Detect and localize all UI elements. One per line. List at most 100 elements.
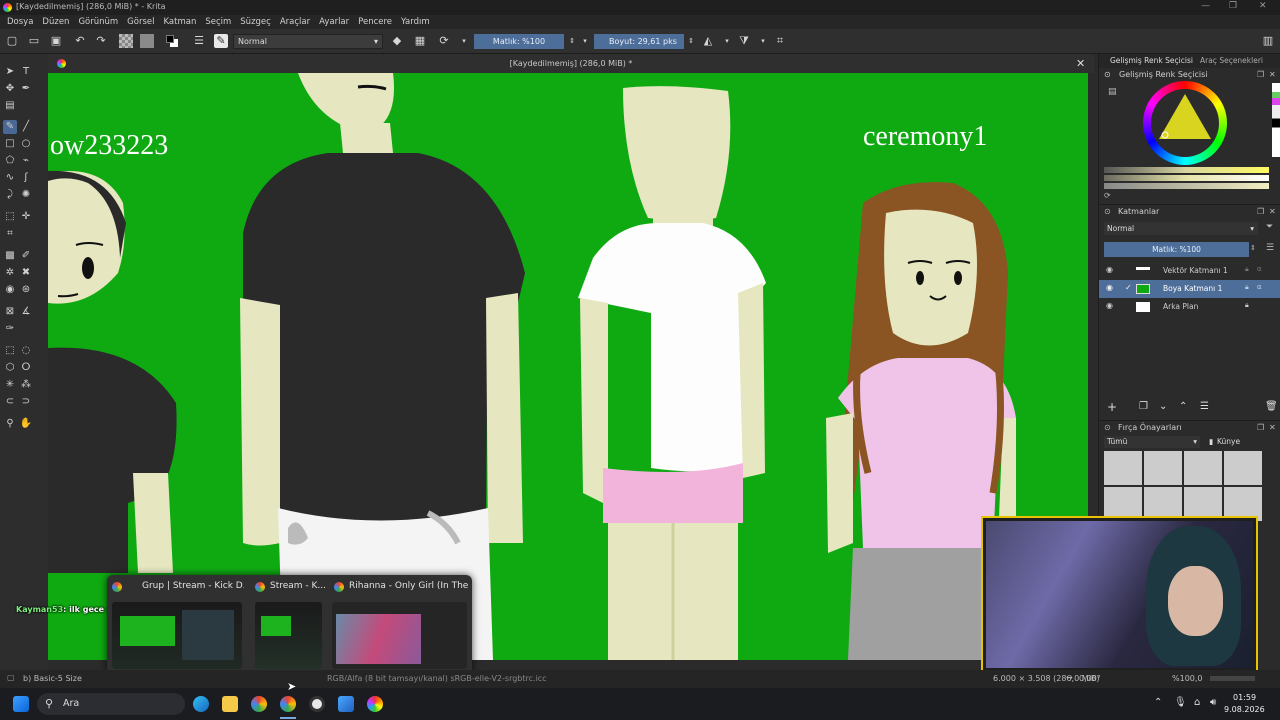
zoom-value[interactable]: %100,0: [1172, 674, 1203, 683]
redo-icon[interactable]: ↷: [94, 34, 108, 48]
menu-item-suzgec[interactable]: Süzgeç: [240, 17, 271, 27]
rectangle-tool-icon[interactable]: □: [3, 137, 17, 151]
preview-window-title[interactable]: Stream - K...: [270, 581, 330, 591]
workspace-icon[interactable]: ▥: [1261, 34, 1275, 48]
elliptical-selection-tool-icon[interactable]: ◌: [19, 344, 33, 358]
document-tab-title[interactable]: [Kaydedilmemiş] (286,0 MiB) *: [48, 59, 1094, 68]
brush-preset-pencil-1[interactable]: [1104, 487, 1142, 521]
chevron-down-icon[interactable]: ▾: [720, 34, 734, 48]
transform-tool-icon[interactable]: ⬚: [3, 210, 17, 224]
microphone-icon[interactable]: 🎙︎: [1174, 697, 1187, 708]
polyline-tool-icon[interactable]: ⌁: [19, 154, 33, 168]
assistant-tool-icon[interactable]: ▤: [3, 99, 17, 113]
freehand-path-tool-icon[interactable]: ʃ: [19, 171, 33, 185]
settings-icon[interactable]: ⊙: [1104, 423, 1111, 432]
close-document-icon[interactable]: ✕: [1076, 57, 1085, 70]
file-explorer-icon[interactable]: [222, 696, 238, 712]
brush-preset-pencil-3[interactable]: [1184, 487, 1222, 521]
float-panel-icon[interactable]: ❐: [1257, 207, 1264, 216]
freehand-brush-tool-icon[interactable]: ✎: [3, 120, 17, 134]
crop-tool-icon[interactable]: ⌗: [3, 227, 17, 241]
enclose-fill-tool-icon[interactable]: ⊛: [19, 283, 33, 297]
move-tool-icon[interactable]: ✛: [19, 210, 33, 224]
layer-properties-icon[interactable]: ☰: [1200, 401, 1209, 412]
add-layer-icon[interactable]: +: [1107, 400, 1117, 414]
assistant-tool-icon[interactable]: ⊠: [3, 305, 17, 319]
color-history-strip[interactable]: [1272, 83, 1280, 157]
search-box[interactable]: ⚲ Ara: [37, 693, 185, 715]
opacity-slider[interactable]: Matlık: %100: [474, 34, 564, 49]
spin-arrows-icon[interactable]: ⇕: [565, 34, 579, 48]
filter-icon[interactable]: ⏷: [1266, 222, 1273, 232]
similar-color-selection-tool-icon[interactable]: ⁂: [19, 378, 33, 392]
zoom-tool-icon[interactable]: ⚲: [3, 417, 17, 431]
delete-layer-icon[interactable]: 🗑︎: [1265, 401, 1278, 412]
tab-advanced-color-selector[interactable]: Gelişmiş Renk Seçicisi: [1110, 56, 1193, 65]
lock-icon[interactable]: 🔒︎: [1245, 301, 1249, 310]
freehand-selection-tool-icon[interactable]: ⵔ: [19, 361, 33, 375]
layer-row-background[interactable]: ◉ Arka Plan 🔒︎: [1099, 298, 1280, 316]
size-slider[interactable]: Boyut: 29,61 pks: [594, 34, 684, 49]
move-down-icon[interactable]: ⌄: [1159, 401, 1167, 412]
multibrush-tool-icon[interactable]: ✺: [19, 188, 33, 202]
eye-icon[interactable]: ◉: [1106, 301, 1113, 310]
dynamic-brush-tool-icon[interactable]: ⤸: [3, 188, 17, 202]
chevron-down-icon[interactable]: ▾: [457, 34, 471, 48]
clock-time[interactable]: 01:59: [1233, 693, 1256, 702]
chevron-down-icon[interactable]: ▾: [578, 34, 592, 48]
float-panel-icon[interactable]: ❐: [1257, 423, 1264, 432]
windows-start-icon[interactable]: [13, 696, 29, 712]
layer-menu-icon[interactable]: ☰: [1266, 243, 1274, 253]
layer-opacity-slider[interactable]: Matlık: %100: [1104, 242, 1249, 257]
polygonal-selection-tool-icon[interactable]: ⬡: [3, 361, 17, 375]
minimize-icon[interactable]: —: [1201, 1, 1210, 11]
layer-blend-mode-select[interactable]: Normal ▾: [1104, 222, 1258, 235]
edit-shape-tool-icon[interactable]: ✥: [3, 82, 17, 96]
color-picker-tool-icon[interactable]: ✐: [19, 249, 33, 263]
reference-images-tool-icon[interactable]: ✑: [3, 322, 17, 336]
spin-arrows-icon[interactable]: ⇕: [684, 34, 698, 48]
calligraphy-tool-icon[interactable]: ✒: [19, 82, 33, 96]
brush-preset-blue-pen[interactable]: [1144, 451, 1182, 485]
brush-preset-pencil-4[interactable]: [1224, 487, 1262, 521]
tab-tool-options[interactable]: Araç Seçenekleri: [1200, 56, 1263, 65]
eraser-icon[interactable]: ◆: [390, 34, 404, 48]
brush-preset-eraser[interactable]: [1104, 451, 1142, 485]
volume-icon[interactable]: 🔊︎: [1210, 697, 1216, 708]
chrome-icon[interactable]: [280, 696, 296, 712]
pattern-icon[interactable]: [119, 34, 133, 48]
new-document-icon[interactable]: ▢: [5, 34, 19, 48]
close-panel-icon[interactable]: ✕: [1269, 207, 1276, 216]
clock-date[interactable]: 9.08.2026: [1224, 705, 1265, 714]
duplicate-layer-icon[interactable]: ❐: [1139, 401, 1148, 412]
text-tool-icon[interactable]: T: [19, 65, 33, 79]
menu-item-duzen[interactable]: Düzen: [42, 17, 69, 27]
line-tool-icon[interactable]: ╱: [19, 120, 33, 134]
mirror-horizontal-icon[interactable]: ◭: [701, 34, 715, 48]
menu-item-dosya[interactable]: Dosya: [7, 17, 33, 27]
refresh-icon[interactable]: ⟳: [1104, 191, 1111, 200]
krita-taskbar-icon[interactable]: [367, 696, 383, 712]
preview-thumbnail[interactable]: [255, 602, 322, 669]
settings-icon[interactable]: ⊙: [1104, 207, 1111, 216]
color-triangle[interactable]: [1153, 91, 1217, 155]
zoom-slider[interactable]: [1210, 676, 1255, 681]
brush-preset-ink-pen[interactable]: [1224, 451, 1262, 485]
menu-item-araclar[interactable]: Araçlar: [280, 17, 310, 27]
measure-tool-icon[interactable]: ∡: [19, 305, 33, 319]
foreground-background-color-icon[interactable]: [165, 34, 179, 48]
blend-mode-select[interactable]: Normal ▾: [233, 34, 383, 49]
chevron-down-icon[interactable]: ▾: [756, 34, 770, 48]
lock-icon[interactable]: 🔒︎: [1245, 283, 1249, 292]
smart-patch-tool-icon[interactable]: ✲: [3, 266, 17, 280]
spin-arrows-icon[interactable]: ⇕: [1250, 244, 1256, 252]
layer-row-vector[interactable]: ◉ Vektör Katmanı 1 🔒︎ α: [1099, 262, 1280, 280]
preview-thumbnail[interactable]: [112, 602, 242, 669]
undo-icon[interactable]: ↶: [73, 34, 87, 48]
rotate-icon[interactable]: ↔: [1066, 673, 1073, 682]
save-icon[interactable]: ▣: [49, 34, 63, 48]
gradient-icon[interactable]: [140, 34, 154, 48]
eye-icon[interactable]: ◉: [1106, 265, 1113, 274]
ellipse-tool-icon[interactable]: ○: [19, 137, 33, 151]
obs-icon[interactable]: [309, 696, 325, 712]
